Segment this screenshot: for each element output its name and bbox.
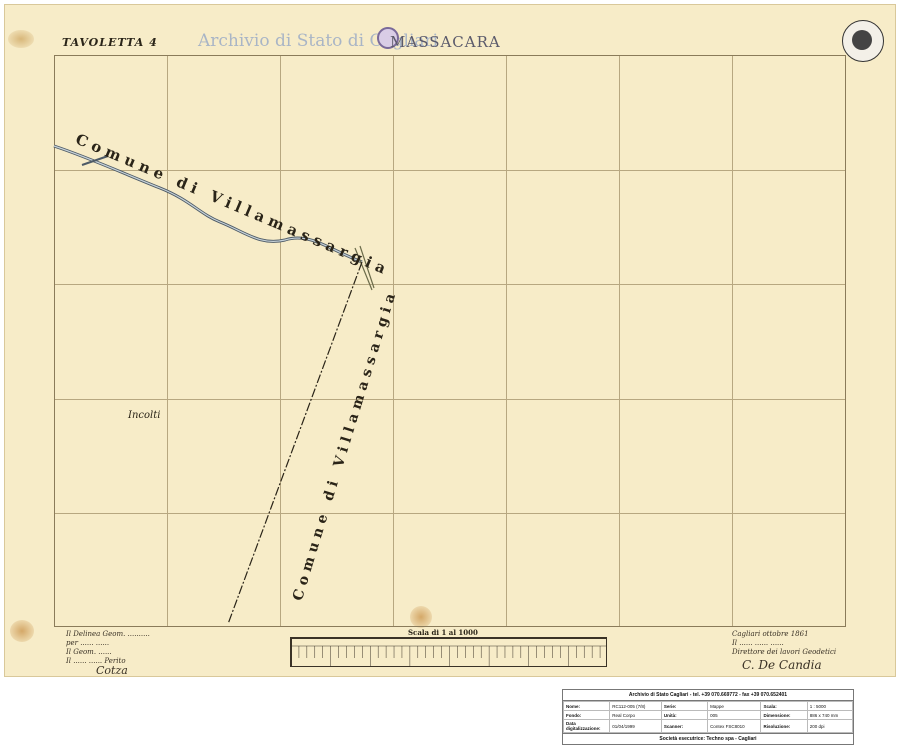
info-value: 200 dpi	[806, 719, 854, 733]
info-value: Mappe	[707, 701, 762, 711]
table-row: Nome: RC112-005 (7/8) Serie: Mappe Scala…	[562, 701, 854, 711]
signature-line: Cagliari ottobre 1861	[732, 630, 809, 638]
info-value: 886 x 740 mm	[806, 710, 854, 720]
info-value: Real Corpo	[609, 710, 662, 720]
info-label: Data digitalizzazione:	[562, 719, 611, 733]
scale-bar	[290, 637, 607, 667]
table-row: Data digitalizzazione: 01/04/1999 Scanne…	[562, 719, 854, 733]
info-label: Scala:	[760, 701, 808, 711]
info-label: Dimensione:	[760, 710, 808, 720]
signature-block-right: Cagliari ottobre 1861 Il ...... ...... .…	[732, 630, 837, 672]
signature-line: per ...... ......	[66, 639, 110, 647]
land-use-label: Incolti	[128, 410, 161, 421]
info-label: Risoluzione:	[760, 719, 808, 733]
handwritten-signature: C. De Candia	[742, 658, 822, 672]
info-label: Fondo:	[562, 710, 611, 720]
place-name: MASSACARA	[390, 33, 501, 51]
seal-stamp-icon	[842, 20, 884, 62]
handwritten-signature: Cotza	[96, 664, 128, 677]
info-table-title: Archivio di Stato Cagliari - tel. +39 07…	[563, 690, 853, 701]
archive-info-table: Archivio di Stato Cagliari - tel. +39 07…	[562, 689, 854, 745]
info-value: Contex FSC8010	[707, 719, 762, 733]
scale-title: Scala di 1 al 1000	[408, 628, 478, 637]
info-value: RC112-005 (7/8)	[609, 701, 662, 711]
info-label: Nome:	[562, 701, 611, 711]
signature-line: Il Geom. ......	[66, 648, 112, 656]
sheet-label: TAVOLETTA 4	[62, 36, 158, 49]
signature-line: Direttore dei lavori Geodetici	[732, 648, 837, 656]
info-value: 01/04/1999	[609, 719, 662, 733]
info-table-grid: Nome: RC112-005 (7/8) Serie: Mappe Scala…	[562, 701, 854, 733]
info-value: 005	[707, 710, 762, 720]
signature-block-left: Il Delinea Geom. .......... per ...... .…	[66, 630, 150, 677]
info-label: Serie:	[660, 701, 709, 711]
table-row: Fondo: Real Corpo Unità: 005 Dimensione:…	[562, 710, 854, 720]
info-label: Unità:	[660, 710, 709, 720]
info-value: 1 : 5000	[806, 701, 854, 711]
info-label: Scanner:	[660, 719, 709, 733]
info-table-footer: Società esecutrice: Techno spa - Cagliar…	[563, 733, 853, 744]
signature-line: Il ...... ...... ......	[732, 639, 784, 647]
signature-line: Il Delinea Geom. ..........	[66, 630, 150, 638]
